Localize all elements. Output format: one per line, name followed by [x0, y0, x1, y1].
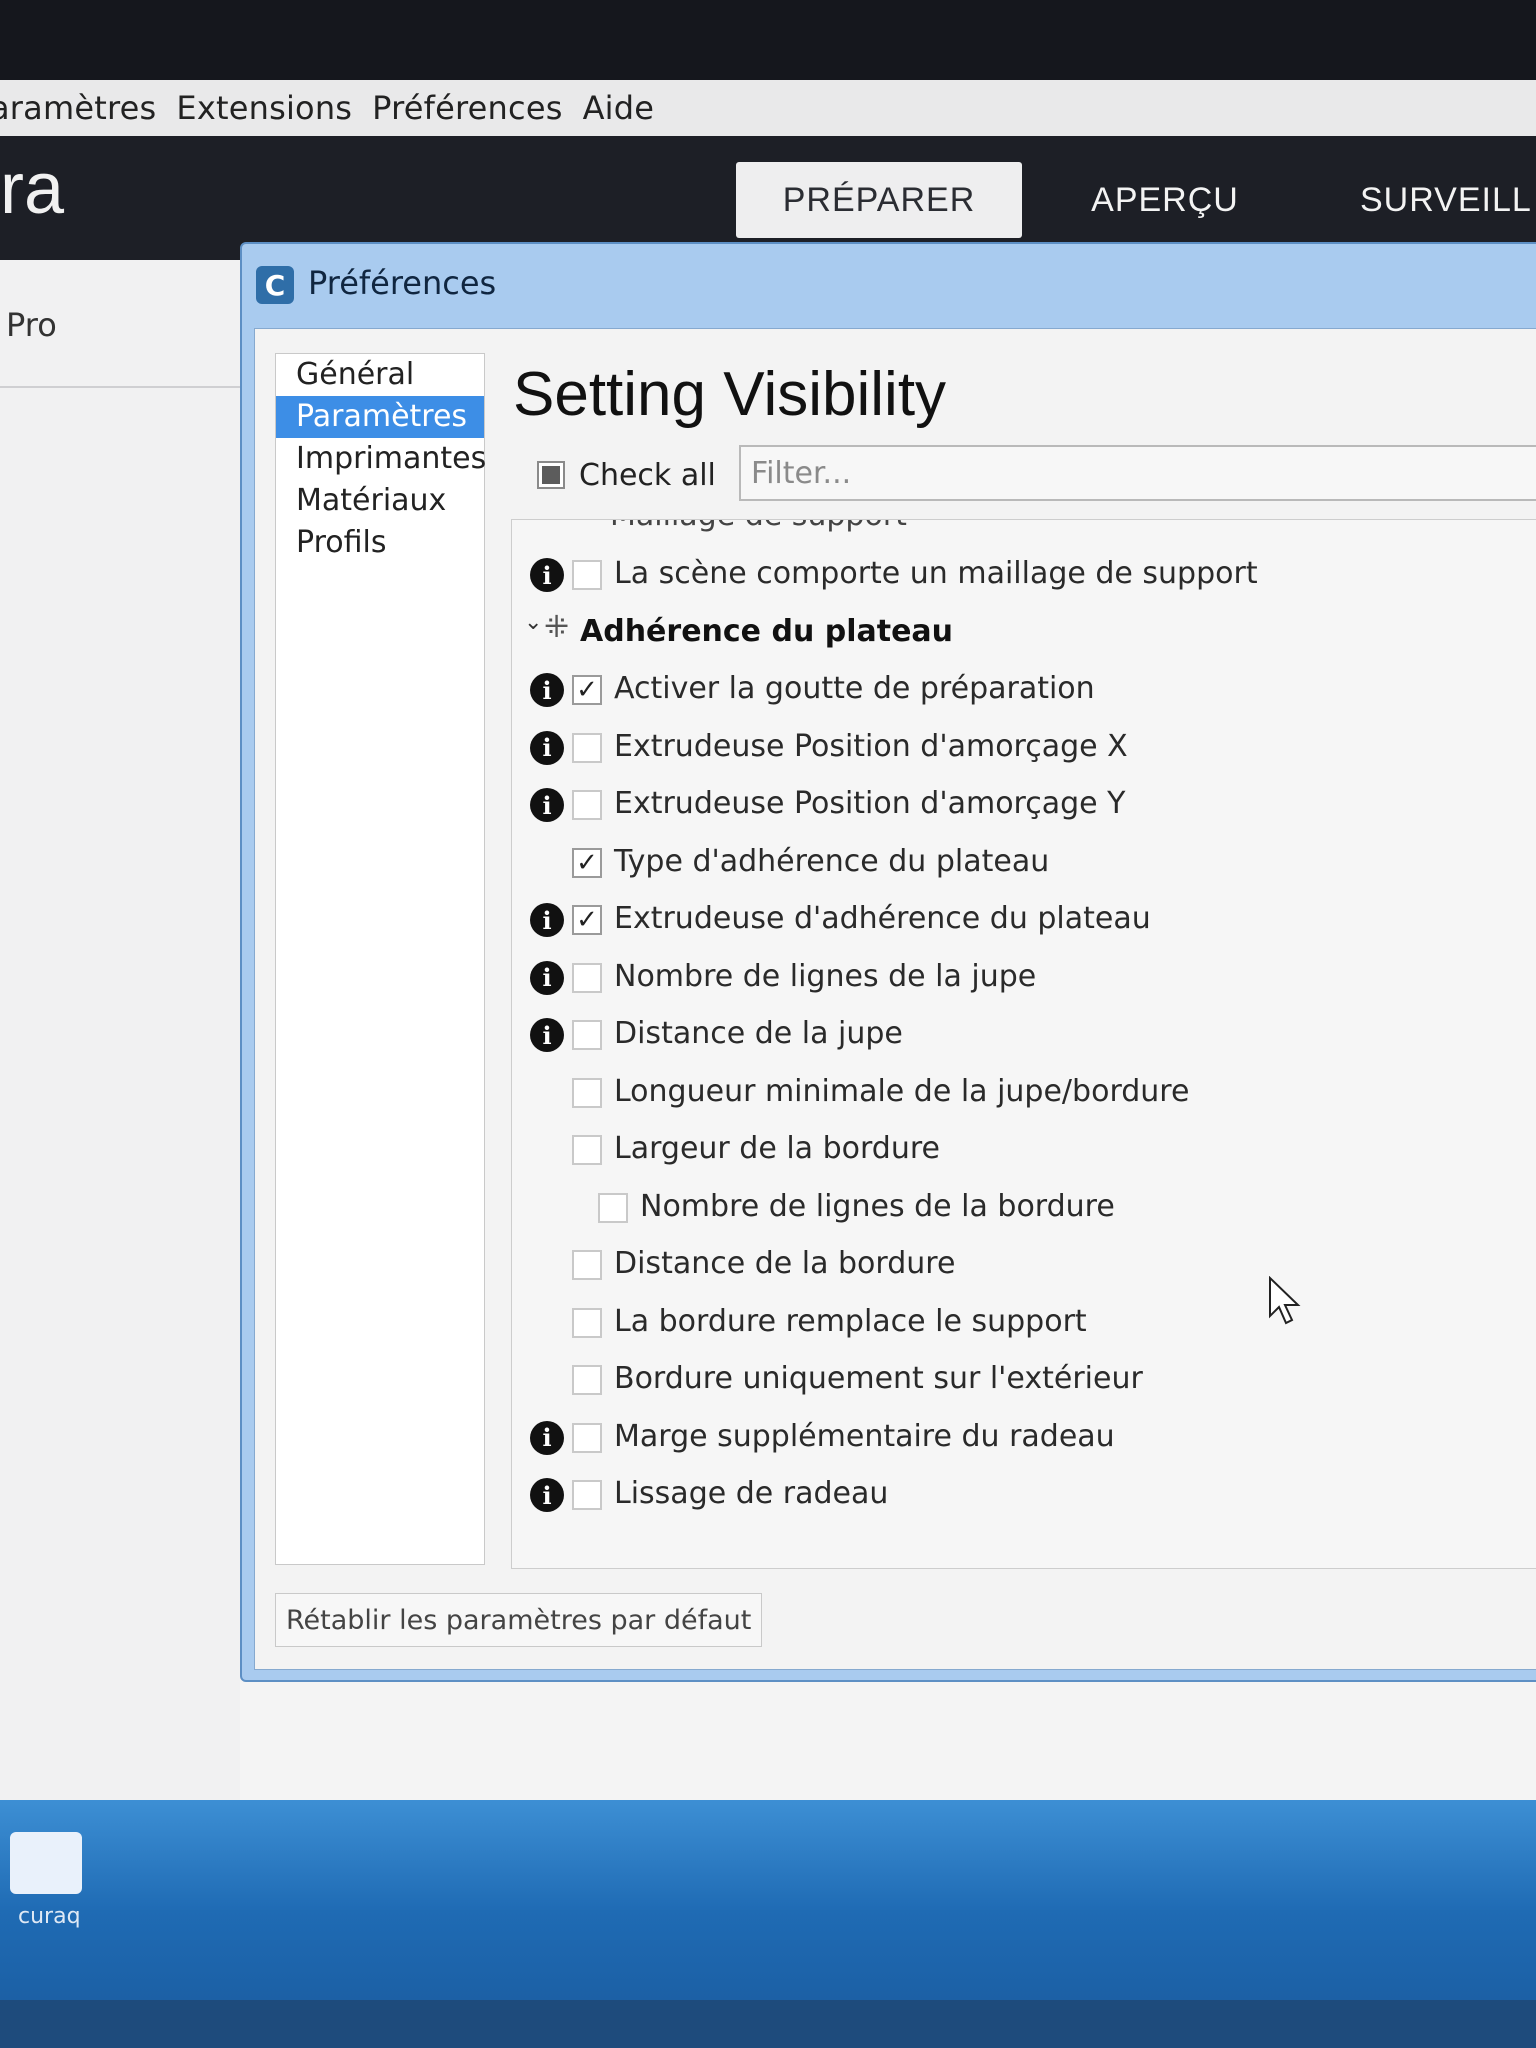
nav-item-materiaux[interactable]: Matériaux — [276, 480, 484, 522]
dialog-title: Préférences — [308, 264, 497, 302]
printer-label: Pro — [6, 306, 57, 344]
setting-row[interactable]: i La scène comporte un maillage de suppor… — [512, 550, 1536, 600]
setting-label: Nombre de lignes de la bordure — [640, 1188, 1115, 1224]
setting-label: La bordure remplace le support — [614, 1303, 1087, 1339]
info-icon[interactable]: i — [530, 673, 564, 707]
setting-label: Longueur minimale de la jupe/bordure — [614, 1073, 1190, 1109]
setting-checkbox[interactable] — [598, 1192, 628, 1223]
app-left-panel: Pro — [0, 260, 240, 1800]
filter-input[interactable] — [739, 445, 1536, 501]
info-icon[interactable]: i — [530, 1420, 564, 1455]
setting-row[interactable]: i Extrudeuse Position d'amorçage X — [512, 723, 1536, 773]
menu-extensions[interactable]: Extensions — [176, 89, 352, 127]
menu-parametres[interactable]: aramètres — [0, 89, 156, 127]
setting-row[interactable]: i Marge supplémentaire du radeau — [512, 1413, 1536, 1463]
info-icon[interactable]: i — [530, 788, 564, 822]
setting-checkbox[interactable] — [572, 1307, 602, 1338]
check-all-row[interactable]: Check all — [537, 447, 716, 503]
screen-top-strip — [0, 0, 1536, 80]
setting-label: Largeur de la bordure — [614, 1131, 940, 1166]
setting-row[interactable]: Largeur de la bordure — [512, 1125, 1536, 1175]
setting-checkbox[interactable] — [572, 732, 602, 763]
menu-preferences[interactable]: Préférences — [372, 89, 562, 127]
category-label: Adhérence du plateau — [580, 613, 954, 649]
stage-prepare-button[interactable]: PRÉPARER — [736, 162, 1022, 238]
setting-row[interactable]: i Distance de la jupe — [512, 1010, 1536, 1060]
setting-label: Extrudeuse Position d'amorçage X — [614, 728, 1128, 764]
setting-label: Lissage de radeau — [614, 1476, 889, 1511]
setting-label: Extrudeuse d'adhérence du plateau — [614, 901, 1151, 936]
check-all-label: Check all — [579, 457, 716, 493]
settings-list[interactable]: Maillage de support i La scène comporte u… — [511, 519, 1536, 1569]
preferences-dialog: C Préférences Général Paramètres Imprima… — [240, 242, 1536, 1682]
setting-row[interactable]: i Nombre de lignes de la jupe — [512, 953, 1536, 1003]
nav-item-general[interactable]: Général — [276, 354, 484, 396]
reset-defaults-button[interactable]: Rétablir les paramètres par défaut — [275, 1593, 763, 1647]
setting-row[interactable]: Distance de la bordure — [512, 1240, 1536, 1290]
nav-item-profils[interactable]: Profils — [276, 522, 484, 564]
info-icon[interactable]: i — [530, 1478, 564, 1512]
setting-checkbox[interactable] — [572, 1422, 602, 1453]
info-icon[interactable]: i — [530, 1018, 564, 1052]
setting-checkbox[interactable] — [572, 1020, 602, 1050]
taskbar-strip — [0, 2000, 1536, 2048]
setting-checkbox[interactable] — [572, 1480, 602, 1510]
setting-label: Type d'adhérence du plateau — [614, 843, 1050, 879]
info-icon[interactable]: i — [530, 903, 564, 937]
menu-aide[interactable]: Aide — [583, 89, 655, 127]
info-icon[interactable]: i — [530, 960, 564, 995]
app-logo: ra — [0, 149, 65, 229]
setting-label: Activer la goutte de préparation — [614, 671, 1095, 706]
setting-row[interactable]: Nombre de lignes de la bordure — [512, 1183, 1536, 1233]
category-row[interactable]: ⌄ ⁜ Adhérence du plateau — [512, 608, 1536, 658]
desktop-app-icon[interactable] — [10, 1832, 82, 1894]
setting-checkbox[interactable] — [572, 1077, 602, 1108]
setting-row[interactable]: ✓ Type d'adhérence du plateau — [512, 838, 1536, 888]
stage-monitor-button[interactable]: SURVEILL — [1360, 162, 1536, 238]
setting-row[interactable]: i Lissage de radeau — [512, 1470, 1536, 1520]
setting-row[interactable]: Longueur minimale de la jupe/bordure — [512, 1068, 1536, 1118]
chevron-down-icon[interactable]: ⌄ — [524, 610, 542, 635]
adhesion-category-icon: ⁜ — [544, 609, 570, 645]
setting-row[interactable]: La bordure remplace le support — [512, 1298, 1536, 1348]
setting-label: La scène comporte un maillage de support — [614, 556, 1258, 591]
setting-checkbox[interactable]: ✓ — [572, 905, 602, 935]
setting-label: Distance de la jupe — [614, 1016, 903, 1051]
setting-checkbox[interactable] — [572, 962, 602, 993]
check-all-checkbox[interactable] — [537, 461, 565, 489]
stage-preview-button[interactable]: APERÇU — [1060, 162, 1270, 238]
setting-label: Bordure uniquement sur l'extérieur — [614, 1361, 1143, 1396]
menu-bar: aramètres Extensions Préférences Aide — [0, 80, 1536, 136]
cura-icon: C — [256, 266, 294, 304]
info-icon[interactable]: i — [530, 730, 564, 765]
setting-checkbox[interactable] — [572, 560, 602, 590]
setting-checkbox[interactable] — [572, 790, 602, 820]
setting-row[interactable]: i ✓ Activer la goutte de préparation — [512, 665, 1536, 715]
preferences-nav: Général Paramètres Imprimantes Matériaux… — [275, 353, 486, 1565]
cutoff-row: Maillage de support — [512, 520, 1536, 534]
setting-row[interactable]: i Extrudeuse Position d'amorçage Y — [512, 780, 1536, 830]
mouse-cursor-icon — [1269, 1276, 1301, 1325]
desktop-app-icon-label: curaq — [18, 1904, 81, 1929]
setting-label: Extrudeuse Position d'amorçage Y — [614, 786, 1126, 821]
setting-label: Marge supplémentaire du radeau — [614, 1418, 1115, 1454]
nav-item-parametres[interactable]: Paramètres — [276, 396, 484, 438]
nav-item-imprimantes[interactable]: Imprimantes — [276, 438, 486, 480]
setting-row[interactable]: Bordure uniquement sur l'extérieur — [512, 1355, 1536, 1405]
setting-checkbox[interactable] — [572, 1365, 602, 1395]
taskbar: curaq — [0, 1800, 1536, 2048]
setting-label: Nombre de lignes de la jupe — [614, 958, 1037, 994]
setting-row[interactable]: i ✓ Extrudeuse d'adhérence du plateau — [512, 895, 1536, 945]
dialog-titlebar[interactable]: C Préférences — [242, 244, 1536, 328]
setting-checkbox[interactable] — [572, 1135, 602, 1165]
page-title: Setting Visibility — [513, 360, 947, 429]
setting-label: Distance de la bordure — [614, 1246, 956, 1281]
setting-checkbox[interactable]: ✓ — [572, 847, 602, 878]
dialog-content: Général Paramètres Imprimantes Matériaux… — [254, 328, 1536, 1670]
panel-divider — [0, 386, 240, 388]
info-icon[interactable]: i — [530, 558, 564, 592]
setting-checkbox[interactable] — [572, 1250, 602, 1280]
setting-checkbox[interactable]: ✓ — [572, 675, 602, 705]
